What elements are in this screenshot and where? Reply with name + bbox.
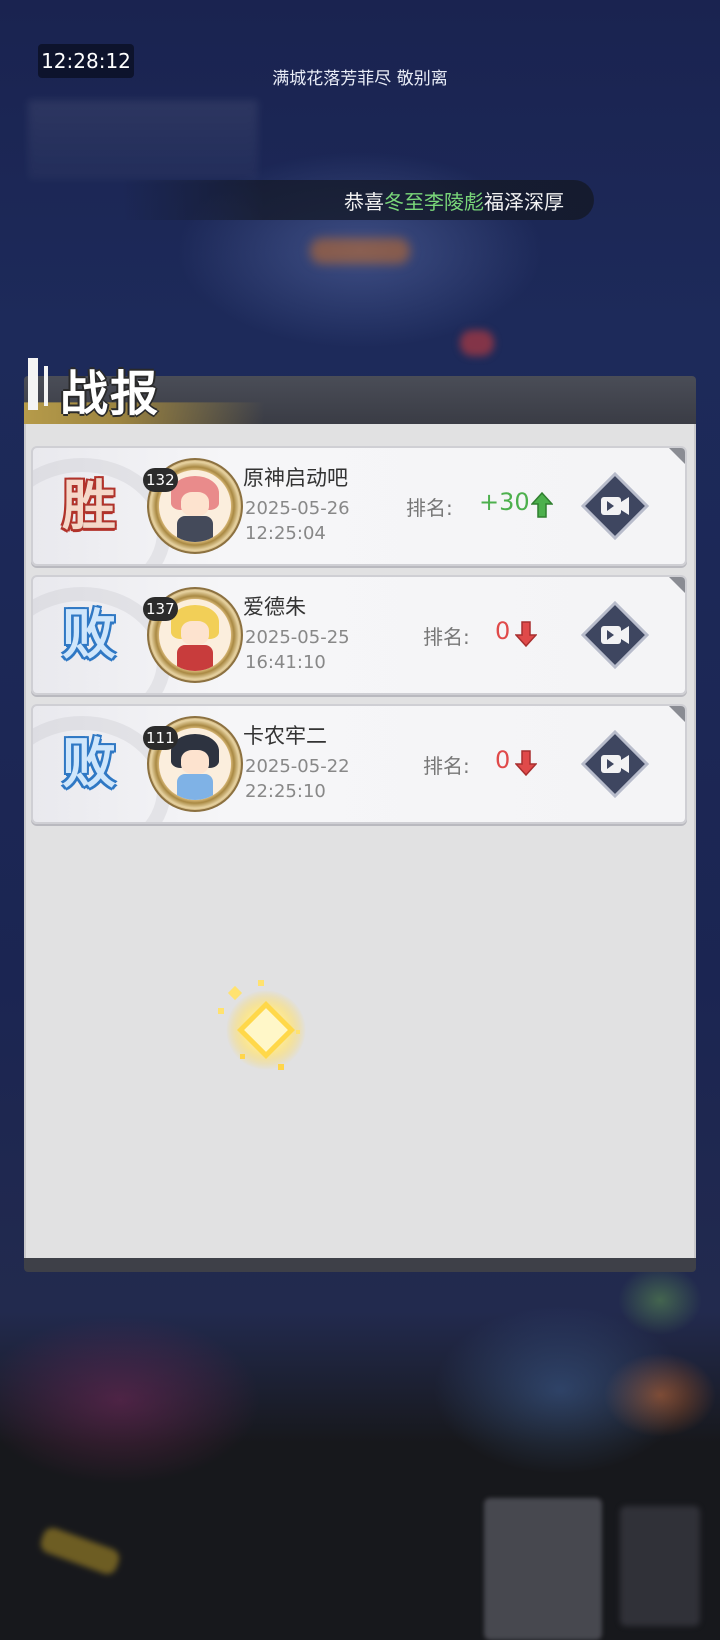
battle-date: 2025-05-26 <box>245 498 350 519</box>
battle-time: 22:25:10 <box>245 781 326 802</box>
avatar-face <box>181 621 209 645</box>
announcement-text: 恭喜冬至李陵彪福泽深厚 <box>344 186 564 215</box>
background-blur-banner <box>310 238 410 264</box>
background-blur-slot-2 <box>620 1506 700 1626</box>
battle-report-card: 败 111 卡农牢二 2025-05-22 22:25:10 排名: 0 <box>31 704 687 824</box>
video-replay-icon[interactable] <box>581 730 649 798</box>
card-corner <box>669 448 685 464</box>
rank-change: +30 <box>479 488 530 516</box>
arrow-up-icon <box>531 492 553 518</box>
video-replay-icon[interactable] <box>581 472 649 540</box>
card-corner <box>669 577 685 593</box>
panel-footer <box>24 1258 696 1272</box>
result-label: 败 <box>62 603 116 666</box>
player-level: 132 <box>143 468 178 492</box>
avatar-face <box>181 492 209 516</box>
announcement-player: 冬至李陵彪 <box>384 190 484 214</box>
battle-datetime: 2025-05-25 16:41:10 <box>245 625 350 675</box>
battle-date: 2025-05-25 <box>245 627 350 648</box>
title-accent-bar <box>28 358 38 410</box>
rank-change: 0 <box>495 746 511 774</box>
battle-datetime: 2025-05-22 22:25:10 <box>245 754 350 804</box>
announcement-suffix: 福泽深厚 <box>484 190 564 214</box>
result-label: 胜 <box>62 474 116 537</box>
sparkle-effect <box>218 980 306 1070</box>
battle-datetime: 2025-05-26 12:25:04 <box>245 496 350 546</box>
background-blur-rows <box>28 100 258 180</box>
arrow-down-icon <box>515 750 537 776</box>
rank-label: 排名: <box>423 625 470 649</box>
video-replay-icon[interactable] <box>581 601 649 669</box>
battle-time: 16:41:10 <box>245 652 326 673</box>
background-blur-badge <box>460 330 494 356</box>
rank-label: 排名: <box>423 754 470 778</box>
battle-report-card: 败 137 爱德朱 2025-05-25 16:41:10 排名: 0 <box>31 575 687 695</box>
avatar-face <box>181 750 209 774</box>
battle-report-card: 胜 132 原神启动吧 2025-05-26 12:25:04 排名: +30 <box>31 446 687 566</box>
avatar-body <box>177 516 213 542</box>
title-accent-bar-2 <box>44 366 48 406</box>
rank-change: 0 <box>495 617 511 645</box>
background-blur-slot <box>484 1498 602 1640</box>
announcement-prefix: 恭喜 <box>344 190 384 214</box>
battle-time: 12:25:04 <box>245 523 326 544</box>
card-corner <box>669 706 685 722</box>
player-level: 137 <box>143 597 178 621</box>
avatar-body <box>177 774 213 800</box>
page-title: 满城花落芳菲尽 敬别离 <box>272 69 448 89</box>
battle-date: 2025-05-22 <box>245 756 350 777</box>
player-name: 卡农牢二 <box>243 724 327 748</box>
arrow-down-icon <box>515 621 537 647</box>
panel-title: 战报 <box>60 366 161 422</box>
player-name: 原神启动吧 <box>243 466 348 490</box>
announcement-marquee: 恭喜冬至李陵彪福泽深厚 <box>122 180 594 220</box>
rank-label: 排名: <box>406 496 453 520</box>
avatar-body <box>177 645 213 671</box>
player-name: 爱德朱 <box>243 595 306 619</box>
result-label: 败 <box>62 732 116 795</box>
player-level: 111 <box>143 726 178 750</box>
